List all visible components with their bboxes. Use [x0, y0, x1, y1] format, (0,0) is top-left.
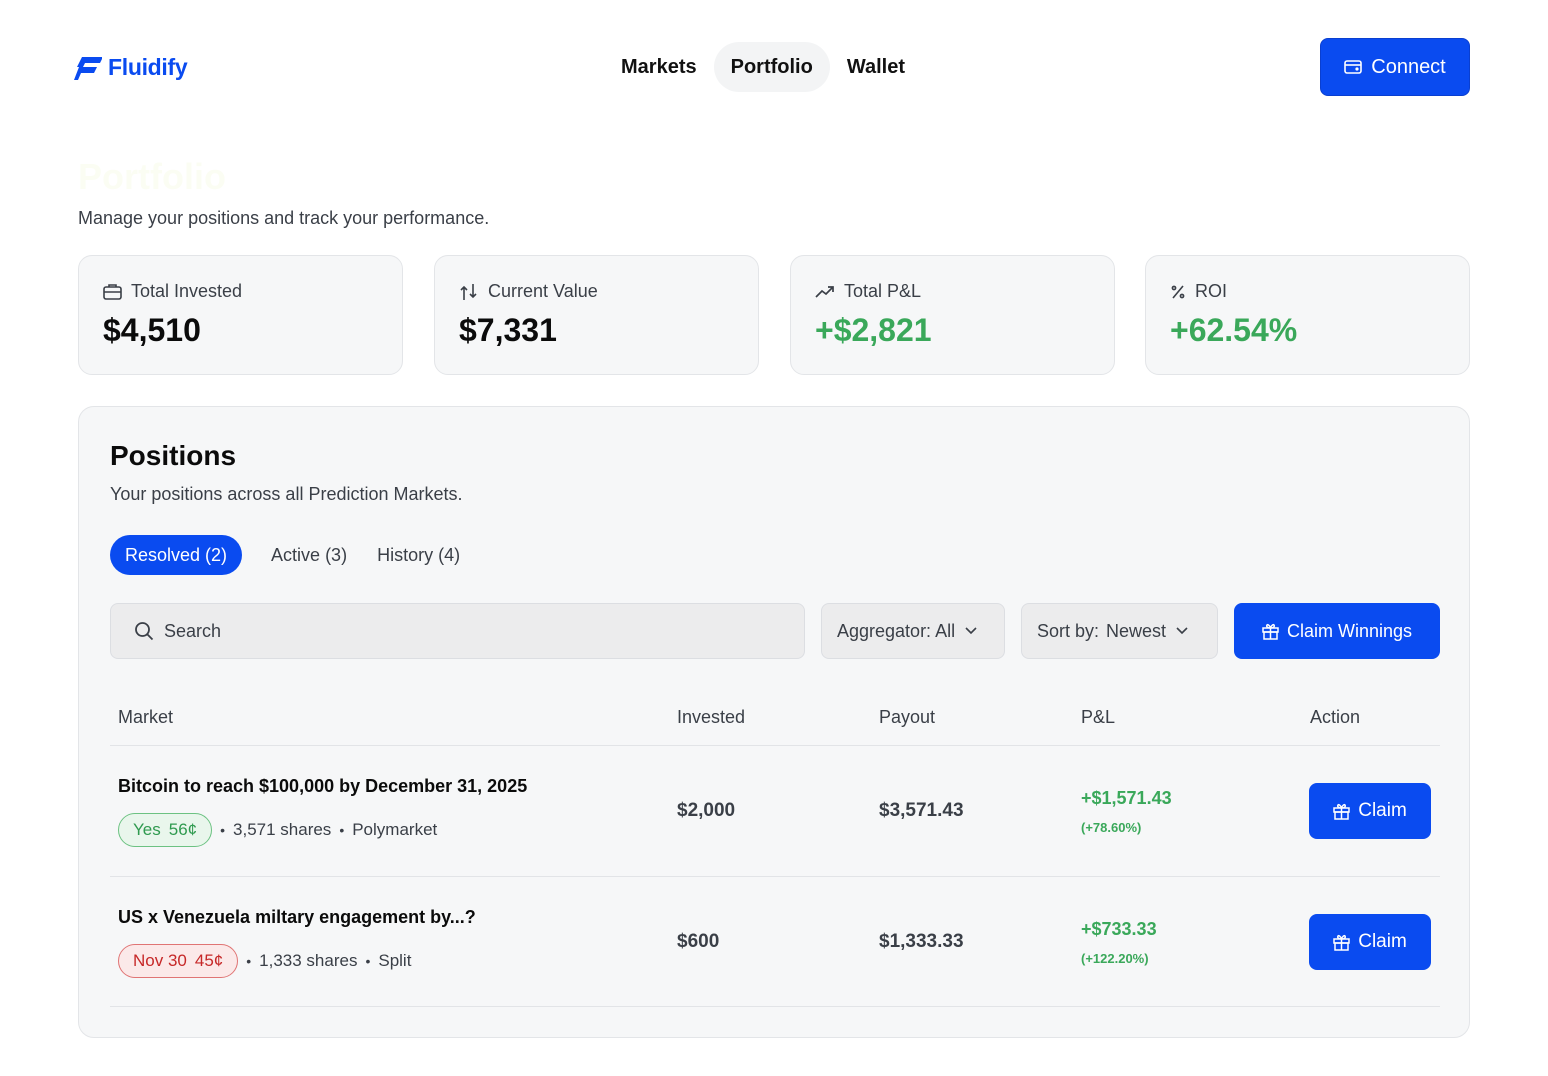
separator-dot: •: [246, 953, 252, 969]
main-nav: Markets Portfolio Wallet: [604, 42, 922, 92]
sort-value: Newest: [1106, 620, 1167, 641]
stat-label: Total Invested: [131, 281, 243, 301]
stat-label: Current Value: [488, 281, 598, 301]
page-subtitle: Manage your positions and track your per…: [78, 208, 490, 228]
column-header-payout: Payout: [879, 707, 936, 727]
stat-value: $7,331: [459, 312, 557, 348]
briefcase-icon: [103, 284, 122, 300]
search-input[interactable]: Search: [110, 603, 805, 659]
aggregator-label: Aggregator: All: [837, 620, 956, 641]
column-header-invested: Invested: [677, 707, 746, 727]
nav-item-portfolio[interactable]: Portfolio: [713, 42, 830, 92]
top-header: Fluidify Markets Portfolio Wallet Connec…: [0, 0, 1548, 130]
market-source: Polymarket: [352, 820, 438, 839]
search-placeholder: Search: [164, 620, 222, 641]
stat-label: Total P&L: [844, 281, 922, 301]
market-title[interactable]: Bitcoin to reach $100,000 by December 31…: [118, 776, 527, 797]
table-row: Bitcoin to reach $100,000 by December 31…: [110, 746, 1440, 876]
nav-item-markets[interactable]: Markets: [604, 42, 714, 92]
market-title[interactable]: US x Venezuela miltary engagement by...?: [118, 907, 476, 928]
positions-title: Positions: [110, 440, 237, 471]
wallet-icon: [1344, 60, 1363, 74]
outcome-price: 56¢: [168, 820, 198, 839]
stat-card-roi: ROI +62.54%: [1145, 255, 1470, 375]
separator-dot: •: [365, 953, 371, 969]
connect-button[interactable]: Connect: [1320, 38, 1470, 96]
claim-winnings-label: Claim Winnings: [1286, 620, 1413, 641]
tab-active[interactable]: Active (3): [256, 535, 362, 575]
outcome-badge: Yes 56¢: [118, 813, 213, 847]
invested-value: $2,000: [677, 800, 736, 821]
shares-count: 1,333 shares: [259, 951, 358, 970]
gift-icon: [1333, 803, 1350, 820]
gift-icon: [1333, 934, 1350, 951]
stat-value: +$2,821: [815, 312, 932, 348]
fluidify-logo-icon: [74, 56, 102, 80]
claim-label: Claim: [1358, 931, 1407, 952]
invested-value: $600: [677, 931, 720, 952]
stat-value: $4,510: [103, 312, 201, 348]
sort-prefix: Sort by:: [1037, 620, 1100, 641]
column-header-market: Market: [118, 707, 174, 727]
separator-dot: •: [339, 822, 345, 838]
column-header-pnl: P&L: [1081, 707, 1116, 727]
brand-logo[interactable]: Fluidify: [74, 54, 188, 81]
outcome-price: 45¢: [194, 951, 224, 970]
sort-select[interactable]: Sort by: Newest: [1021, 603, 1218, 659]
tab-history[interactable]: History (4): [362, 535, 475, 575]
claim-label: Claim: [1358, 800, 1407, 821]
stat-card-total-pnl: Total P&L +$2,821: [790, 255, 1115, 375]
payout-value: $3,571.43: [879, 800, 964, 821]
chevron-down-icon: [1176, 627, 1188, 635]
nav-item-wallet[interactable]: Wallet: [830, 42, 922, 92]
brand-name: Fluidify: [108, 54, 188, 80]
separator-dot: •: [220, 822, 226, 838]
column-header-action: Action: [1310, 707, 1361, 727]
arrows-up-down-icon: [460, 283, 477, 300]
pnl-value: +$733.33: [1081, 919, 1157, 939]
market-source: Split: [378, 951, 412, 970]
claim-winnings-button[interactable]: Claim Winnings: [1234, 603, 1440, 659]
shares-count: 3,571 shares: [233, 820, 332, 839]
table-divider: [110, 1006, 1440, 1007]
positions-subtitle: Your positions across all Prediction Mar…: [110, 484, 463, 504]
gift-icon: [1262, 623, 1279, 640]
claim-button[interactable]: Claim: [1309, 914, 1431, 970]
outcome-badge: Nov 30 45¢: [118, 944, 239, 978]
payout-value: $1,333.33: [879, 931, 964, 952]
search-icon: [135, 622, 154, 641]
connect-label: Connect: [1371, 55, 1446, 78]
stat-value: +62.54%: [1170, 312, 1298, 348]
outcome-label: Nov 30: [133, 951, 187, 970]
pnl-value: +$1,571.43: [1081, 788, 1172, 808]
tab-resolved[interactable]: Resolved (2): [110, 535, 243, 575]
trending-up-icon: [815, 285, 834, 298]
positions-panel: Positions Your positions across all Pred…: [78, 406, 1470, 1038]
stat-label: ROI: [1195, 281, 1228, 301]
aggregator-select[interactable]: Aggregator: All: [821, 603, 1005, 659]
positions-tabs: Resolved (2) Active (3) History (4): [110, 535, 475, 575]
table-row: US x Venezuela miltary engagement by...?…: [110, 877, 1440, 1007]
claim-button[interactable]: Claim: [1309, 783, 1431, 839]
outcome-label: Yes: [133, 820, 161, 839]
pnl-percent: (+122.20%): [1081, 951, 1149, 966]
percent-icon: [1171, 284, 1185, 299]
chevron-down-icon: [965, 627, 977, 635]
pnl-percent: (+78.60%): [1081, 820, 1142, 835]
stat-card-total-invested: Total Invested $4,510: [78, 255, 403, 375]
page-title: Portfolio: [78, 156, 226, 197]
stat-card-current-value: Current Value $7,331: [434, 255, 759, 375]
